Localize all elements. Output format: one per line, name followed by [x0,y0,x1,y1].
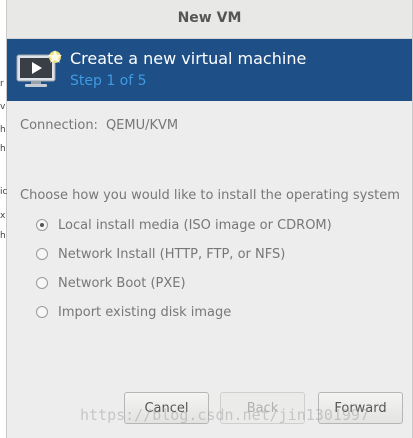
background-text-fragment: ic [0,187,8,197]
install-option-import-disk[interactable]: Import existing disk image [36,303,231,321]
install-option-network-boot[interactable]: Network Boot (PXE) [36,274,186,292]
wizard-step-indicator: Step 1 of 5 [70,73,147,89]
install-option-label: Network Boot (PXE) [58,275,186,291]
install-option-label: Network Install (HTTP, FTP, or NFS) [58,246,286,262]
background-text-fragment: h [0,144,6,154]
wizard-header-banner: Create a new virtual machine Step 1 of 5 [7,39,412,101]
radio-button[interactable] [36,277,48,289]
background-text-fragment: h [0,125,6,135]
background-window-edge: r v h h ic x h [0,0,7,438]
install-option-label: Local install media (ISO image or CDROM) [58,217,332,233]
background-text-fragment: r [0,79,4,89]
radio-button[interactable] [36,248,48,260]
install-option-label: Import existing disk image [58,304,232,320]
install-method-prompt: Choose how you would like to install the… [20,188,400,203]
background-text-fragment: v [0,102,6,112]
virtual-machine-new-icon [16,50,62,87]
cancel-button[interactable]: Cancel [124,392,209,424]
connection-label: Connection: [20,118,98,133]
connection-info: Connection: QEMU/KVM [20,118,178,133]
title-bar[interactable]: New VM [7,0,412,39]
background-text-fragment: x [0,211,6,221]
back-button[interactable]: Back [220,392,305,424]
connection-value: QEMU/KVM [105,118,179,133]
install-option-local-media[interactable]: Local install media (ISO image or CDROM) [36,216,332,234]
install-option-network-install[interactable]: Network Install (HTTP, FTP, or NFS) [36,245,285,263]
wizard-title: Create a new virtual machine [70,49,307,68]
radio-button-selected[interactable] [36,219,48,231]
new-vm-window: r v h h ic x h New VM Create a new virtu… [0,0,413,438]
background-text-fragment: h [0,231,6,241]
forward-button[interactable]: Forward [318,392,403,424]
radio-button[interactable] [36,306,48,318]
window-title: New VM [177,10,242,26]
